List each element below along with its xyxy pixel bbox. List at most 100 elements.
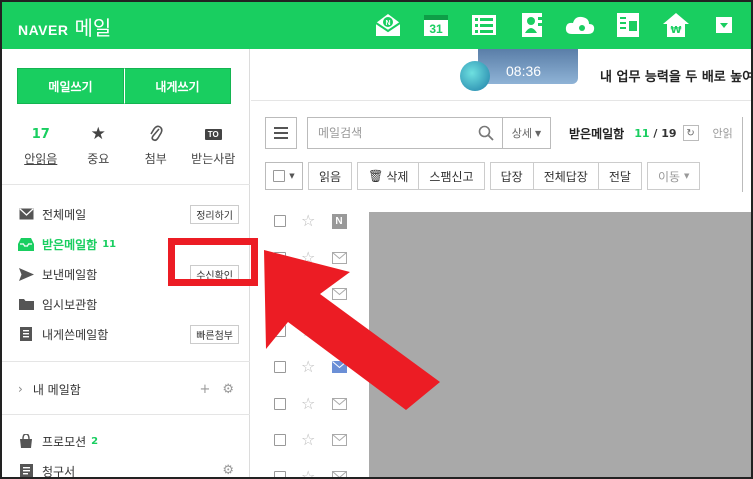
- reply-all-button[interactable]: 전체답장: [533, 162, 599, 190]
- checkbox[interactable]: [274, 397, 286, 410]
- mailbox-title: 받은메일함: [569, 126, 625, 141]
- folder-name: 프로모션: [42, 434, 87, 449]
- logo-brand: NAVER: [18, 22, 69, 38]
- checkbox[interactable]: [274, 434, 286, 447]
- list-icon[interactable]: [466, 8, 501, 42]
- send-icon: [18, 266, 34, 282]
- envelope-icon: [18, 206, 34, 222]
- banner-text: 내 업무 능력을 두 배로 높여: [600, 70, 753, 85]
- star-icon[interactable]: ☆: [301, 395, 319, 412]
- checkbox: [273, 170, 286, 182]
- folder-name: 청구서: [42, 464, 76, 479]
- checkbox[interactable]: [274, 251, 286, 264]
- unread-count: 17: [31, 126, 50, 142]
- gear-icon[interactable]: ⚙: [222, 382, 234, 397]
- mail-row[interactable]: ☆: [265, 386, 375, 423]
- unread-filter-link[interactable]: 안읽: [713, 125, 733, 141]
- unread-count: 2: [91, 435, 99, 447]
- checkbox[interactable]: [274, 324, 286, 337]
- select-all-checkbox[interactable]: ▼: [265, 162, 303, 190]
- contacts-icon[interactable]: [514, 8, 549, 42]
- checkbox[interactable]: [274, 361, 286, 374]
- move-dropdown[interactable]: 이동 ▼: [646, 162, 701, 190]
- add-folder-icon[interactable]: +: [199, 382, 210, 397]
- mail-row[interactable]: ☆: [265, 459, 375, 477]
- trash-icon: 🗑: [368, 169, 384, 183]
- write-to-self-button[interactable]: 내게쓰기: [124, 68, 231, 104]
- my-mailbox-toggle[interactable]: › 내 메일함 + ⚙: [2, 374, 250, 404]
- mail-row[interactable]: ☆ N: [265, 203, 375, 240]
- folder-self-sent[interactable]: 내게쓴메일함 빠른첨부: [2, 319, 250, 349]
- gear-icon[interactable]: ⚙: [222, 463, 234, 477]
- organize-button[interactable]: 정리하기: [190, 205, 239, 224]
- refresh-icon[interactable]: ↻: [682, 125, 699, 141]
- menu-icon[interactable]: [265, 117, 297, 149]
- forward-button[interactable]: 전달: [598, 162, 642, 190]
- folder-promotion[interactable]: 프로모션 2: [2, 426, 250, 456]
- delete-button[interactable]: 🗑 삭제: [357, 162, 420, 190]
- search-input[interactable]: [308, 119, 468, 147]
- star-icon[interactable]: ☆: [301, 249, 319, 266]
- search-row: 상세 ▼ 받은메일함 11 / 19 ↻ 안읽: [265, 117, 733, 149]
- detail-search-button[interactable]: 상세 ▼: [503, 117, 551, 149]
- envelope-icon: [331, 396, 347, 412]
- chevron-right-icon: ›: [18, 382, 23, 396]
- mail-row[interactable]: ☆: [265, 349, 375, 386]
- promo-banner[interactable]: 08:36 내 업무 능력을 두 배로 높여: [251, 49, 753, 101]
- filter-unread[interactable]: 17 안읽음: [13, 124, 69, 167]
- folder-name: 전체메일: [42, 207, 87, 222]
- folder-all-mail[interactable]: 전체메일 정리하기: [2, 199, 250, 229]
- scrollbar[interactable]: [742, 117, 751, 192]
- mark-read-button[interactable]: 읽음: [308, 162, 353, 190]
- envelope-icon: [331, 323, 347, 339]
- folder-bills[interactable]: 청구서 ⚙: [2, 456, 250, 479]
- mail-row[interactable]: ☆: [265, 422, 375, 459]
- write-mail-button[interactable]: 메일쓰기: [17, 68, 124, 104]
- mail-list: ☆ N ☆ ☆ ☆ ☆ ☆ ☆ ☆: [265, 203, 375, 477]
- write-buttons: 메일쓰기 내게쓰기: [17, 68, 231, 104]
- checkbox[interactable]: [274, 288, 286, 301]
- quick-attach-button[interactable]: 빠른첨부: [190, 325, 239, 344]
- folder-drafts[interactable]: 임시보관함: [2, 289, 250, 319]
- naver-mail-logo[interactable]: NAVER 메일: [18, 12, 111, 41]
- envelope-icon: [331, 250, 347, 266]
- detail-search-label: 상세: [511, 127, 533, 140]
- star-icon[interactable]: ☆: [301, 468, 319, 477]
- spam-report-button[interactable]: 스팸신고: [419, 162, 485, 190]
- memo-icon[interactable]: [610, 8, 645, 42]
- star-icon[interactable]: ☆: [301, 286, 319, 302]
- folder-name: 내게쓴메일함: [42, 327, 109, 342]
- mail-row[interactable]: ☆: [265, 240, 375, 277]
- search-icon[interactable]: [478, 125, 494, 141]
- dropdown-icon[interactable]: [706, 8, 741, 42]
- my-mailbox-tools: + ⚙: [199, 382, 234, 397]
- cloud-icon[interactable]: [562, 8, 597, 42]
- star-icon[interactable]: ☆: [301, 322, 319, 339]
- filter-attachment[interactable]: 첨부: [128, 124, 184, 167]
- svg-text:₩: ₩: [670, 25, 681, 36]
- filter-to-me[interactable]: TO 받는사람: [185, 124, 241, 167]
- home-won-icon[interactable]: ₩: [658, 8, 693, 42]
- banner-whale-icon: [460, 61, 490, 91]
- caret-down-icon: ▼: [289, 172, 295, 180]
- filter-important[interactable]: ★ 중요: [70, 124, 126, 167]
- star-icon[interactable]: ☆: [301, 213, 319, 229]
- count-separator: /: [653, 126, 658, 140]
- move-label: 이동: [657, 169, 681, 184]
- checkbox[interactable]: [274, 470, 286, 477]
- star-icon[interactable]: ☆: [301, 359, 319, 375]
- calendar-icon[interactable]: 31: [418, 8, 453, 42]
- bag-icon: [18, 433, 34, 449]
- banner-clock: 08:36: [506, 63, 542, 79]
- divider: [2, 361, 250, 362]
- svg-text:N: N: [385, 20, 390, 27]
- reply-button[interactable]: 답장: [489, 162, 534, 190]
- folder-name: 임시보관함: [42, 297, 98, 312]
- checkbox[interactable]: [274, 215, 286, 228]
- mail-open-icon[interactable]: N: [370, 8, 405, 42]
- quick-filters: 17 안읽음 ★ 중요 첨부 TO 받는사람: [12, 124, 242, 167]
- mail-row[interactable]: ☆: [265, 313, 375, 350]
- mail-toolbar: ▼ 읽음 🗑 삭제 스팸신고 답장 전체답장 전달 이동 ▼: [265, 162, 701, 190]
- mail-row[interactable]: ☆: [265, 276, 375, 313]
- star-icon[interactable]: ☆: [301, 432, 319, 448]
